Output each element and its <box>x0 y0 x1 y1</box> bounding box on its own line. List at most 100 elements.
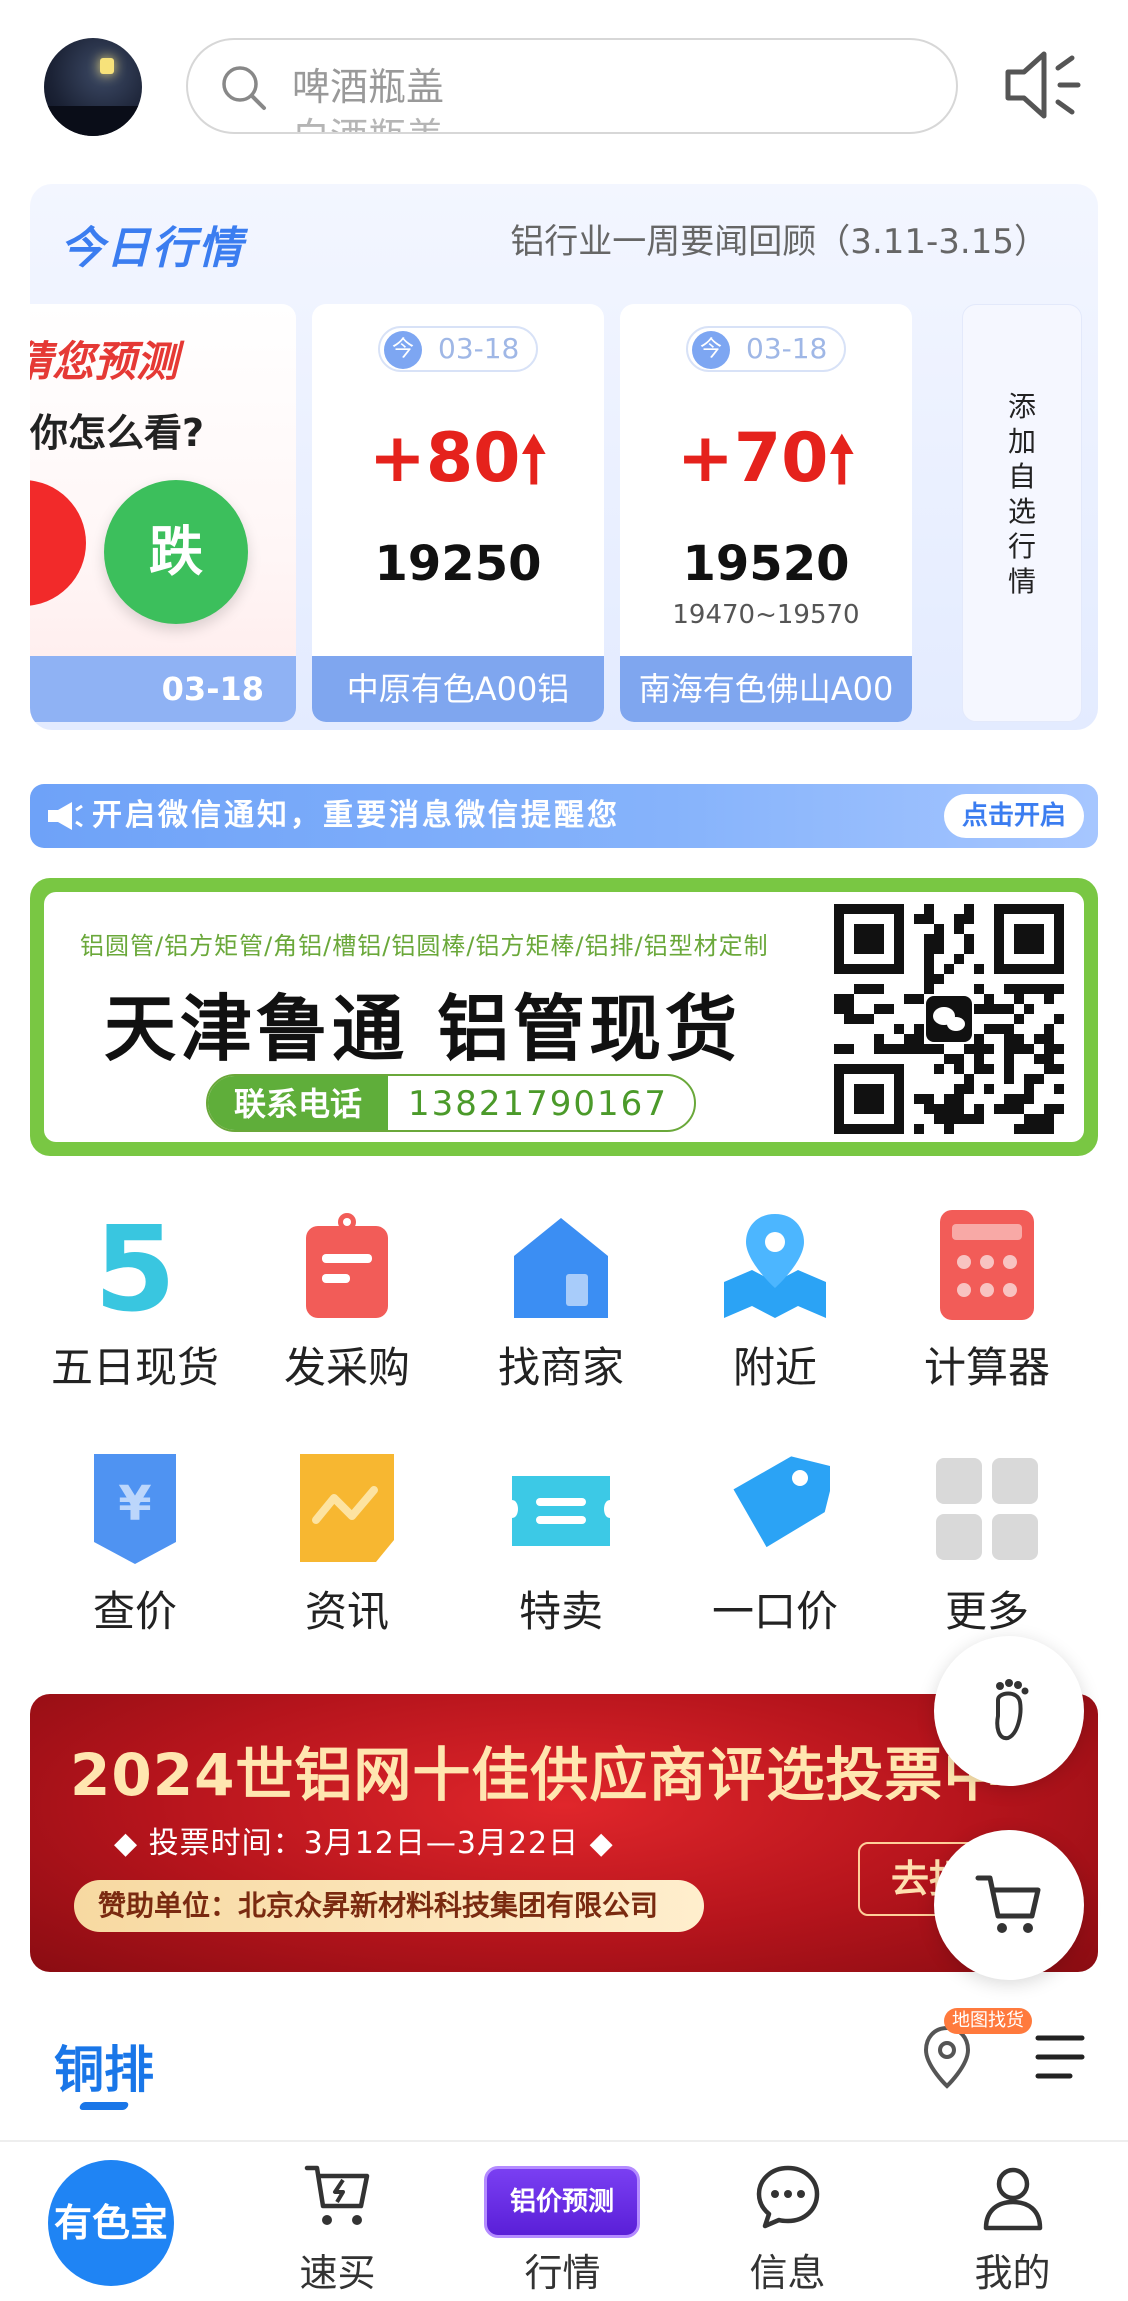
ticket-icon <box>512 1476 610 1546</box>
map-search-badge: 地图找货 <box>944 2008 1032 2034</box>
price-change: +70🠕 <box>620 416 912 521</box>
price-tag-icon <box>733 1456 830 1548</box>
card-date: 03-18 <box>438 332 520 365</box>
today-icon: 今 <box>692 331 730 369</box>
svg-text:5: 5 <box>94 1210 176 1320</box>
tab-copper-bar[interactable]: 铜排 <box>54 2030 154 2102</box>
nav-market[interactable]: 铝价预测 行情 <box>450 2142 675 2301</box>
grid-label: 附近 <box>732 1343 817 1392</box>
wechat-notify-banner[interactable]: 开启微信通知，重要消息微信提醒您 点击开启 <box>30 784 1098 848</box>
search-placeholder-next: 白酒瓶盖 <box>292 112 444 132</box>
ad-phone-number: 13821790167 <box>408 1084 668 1124</box>
grid-label: 计算器 <box>923 1343 1050 1392</box>
price-change-value: +70 <box>676 419 829 498</box>
grid-item-fixed-price[interactable]: 一口价 <box>680 1454 870 1654</box>
user-icon <box>983 2167 1043 2231</box>
poll-up-button[interactable] <box>30 480 86 606</box>
poll-title: 猜您预测 <box>30 337 179 386</box>
poll-down-button[interactable]: 跌 <box>104 480 248 624</box>
price-change-value: +80 <box>368 419 521 498</box>
grid-label: 一口价 <box>711 1587 838 1636</box>
grid-item-special-sale[interactable]: 特卖 <box>466 1454 656 1654</box>
map-pin-icon <box>724 1214 826 1318</box>
arrow-up-icon: 🠕 <box>828 423 856 496</box>
ad-products: 铝圆管/铝方矩管/角铝/槽铝/铝圆棒/铝方矩棒/铝排/铝型材定制 <box>80 932 769 960</box>
add-watchlist-card[interactable]: 添加自选行情 <box>962 304 1082 722</box>
nav-profile[interactable]: 我的 <box>900 2142 1125 2301</box>
footprint-button[interactable] <box>934 1636 1084 1786</box>
market-card: 今日行情 铝行业一周要闻回顾（3.11-3.15） 猜您预测 你怎么看? 跌 0… <box>30 184 1098 730</box>
price-card[interactable]: 今 03-18 +70🠕 19520 19470~19570 南海有色佛山A00 <box>620 304 912 722</box>
bottom-nav: 有色宝 速买 铝价预测 行情 信息 我的 <box>0 2140 1128 2301</box>
nav-home-button[interactable]: 有色宝 <box>48 2160 174 2286</box>
grid-item-five-day[interactable]: 5 五日现货 <box>40 1210 230 1410</box>
grid-item-price-check[interactable]: ¥ 查价 <box>40 1454 230 1654</box>
date-pill: 今 03-18 <box>686 326 846 372</box>
price-value: 19520 <box>682 536 850 592</box>
category-row: 铜排 地图找货 <box>0 2000 1128 2110</box>
price-card-name: 中原有色A00铝 <box>312 656 604 722</box>
avatar-ground <box>44 106 142 136</box>
ad-phone: 联系电话 13821790167 <box>206 1074 696 1132</box>
store-icon <box>514 1218 608 1318</box>
chat-bubble-icon <box>756 2165 820 2229</box>
grid-label: 资讯 <box>304 1587 389 1636</box>
price-card[interactable]: 今 03-18 +80🠕 19250 中原有色A00铝 <box>312 304 604 722</box>
grid-item-find-merchant[interactable]: 找商家 <box>466 1210 656 1410</box>
vote-time: ◆ 投票时间：3月12日—3月22日 ◆ <box>114 1826 614 1861</box>
grid-item-more[interactable]: 更多 <box>892 1454 1082 1654</box>
vote-sponsor: 赞助单位：北京众昇新材料科技集团有限公司 <box>74 1880 704 1932</box>
cart-icon <box>975 1875 1041 1933</box>
clipboard-icon <box>306 1213 388 1318</box>
market-title: 今日行情 <box>60 223 244 274</box>
wechat-notify-text: 开启微信通知，重要消息微信提醒您 <box>92 798 620 833</box>
grid-item-purchase[interactable]: 发采购 <box>252 1210 442 1410</box>
nav-label: 速买 <box>299 2251 376 2295</box>
speaker-icon[interactable] <box>998 40 1088 130</box>
market-carousel[interactable]: 猜您预测 你怎么看? 跌 03-18 今 03-18 +80🠕 19250 中原… <box>30 304 1098 722</box>
grid-label: 找商家 <box>497 1343 624 1392</box>
header: 啤酒瓶盖 白酒瓶盖 <box>0 0 1128 170</box>
add-watchlist-label: 添加自选行情 <box>963 389 1081 599</box>
grid-label: 发采购 <box>283 1343 410 1392</box>
price-card-name: 南海有色佛山A00 <box>620 656 912 722</box>
aluminum-forecast-badge: 铝价预测 <box>484 2166 640 2238</box>
menu-icon[interactable] <box>1032 2032 1088 2082</box>
add-watchlist-text: 添加自选行情 <box>1007 390 1036 598</box>
search-bar[interactable]: 啤酒瓶盖 白酒瓶盖 <box>186 38 958 134</box>
ad-banner[interactable]: 铝圆管/铝方矩管/角铝/槽铝/铝圆棒/铝方矩棒/铝排/铝型材定制 天津鲁通 铝管… <box>30 878 1098 1156</box>
feature-grid: 5 五日现货 发采购 找商家 附近 计算器 ¥ 查价 资讯 特卖 一口价 更多 <box>0 1210 1128 1670</box>
ad-inner: 铝圆管/铝方矩管/角铝/槽铝/铝圆棒/铝方矩棒/铝排/铝型材定制 天津鲁通 铝管… <box>44 892 1084 1142</box>
market-news-link[interactable]: 铝行业一周要闻回顾（3.11-3.15） <box>510 214 1048 263</box>
nav-label: 行情 <box>524 2251 601 2295</box>
footprint-icon <box>995 1679 1029 1741</box>
date-pill: 今 03-18 <box>378 326 538 372</box>
tab-underline <box>78 2102 130 2110</box>
more-grid-icon <box>936 1458 1038 1560</box>
cart-flash-icon <box>304 2165 370 2225</box>
card-date: 03-18 <box>746 332 828 365</box>
prediction-poll-card[interactable]: 猜您预测 你怎么看? 跌 03-18 <box>30 304 296 722</box>
vote-title: 2024世铝网十佳供应商评选投票中 <box>70 1741 1003 1809</box>
poll-date: 03-18 <box>30 656 296 722</box>
grid-item-nearby[interactable]: 附近 <box>680 1210 870 1410</box>
cart-button[interactable] <box>934 1830 1084 1980</box>
user-avatar[interactable] <box>44 38 142 136</box>
five-day-icon: 5 <box>94 1210 176 1320</box>
nav-quick-buy[interactable]: 速买 <box>225 2142 450 2301</box>
qr-code-icon <box>834 904 1064 1134</box>
enable-notify-button[interactable]: 点击开启 <box>944 794 1084 838</box>
svg-text:¥: ¥ <box>118 1476 151 1532</box>
grid-item-calculator[interactable]: 计算器 <box>892 1210 1082 1410</box>
grid-label: 更多 <box>944 1587 1029 1636</box>
arrow-up-icon: 🠕 <box>520 423 548 496</box>
today-icon: 今 <box>384 331 422 369</box>
nav-messages[interactable]: 信息 <box>675 2142 900 2301</box>
price-range: 19470~19570 <box>672 600 860 630</box>
ad-headline: 天津鲁通 铝管现货 <box>104 987 742 1071</box>
grid-label: 五日现货 <box>50 1343 219 1392</box>
price-change: +80🠕 <box>312 416 604 521</box>
nav-home[interactable]: 有色宝 <box>0 2142 225 2301</box>
grid-label: 特卖 <box>518 1587 603 1636</box>
grid-item-news[interactable]: 资讯 <box>252 1454 442 1654</box>
